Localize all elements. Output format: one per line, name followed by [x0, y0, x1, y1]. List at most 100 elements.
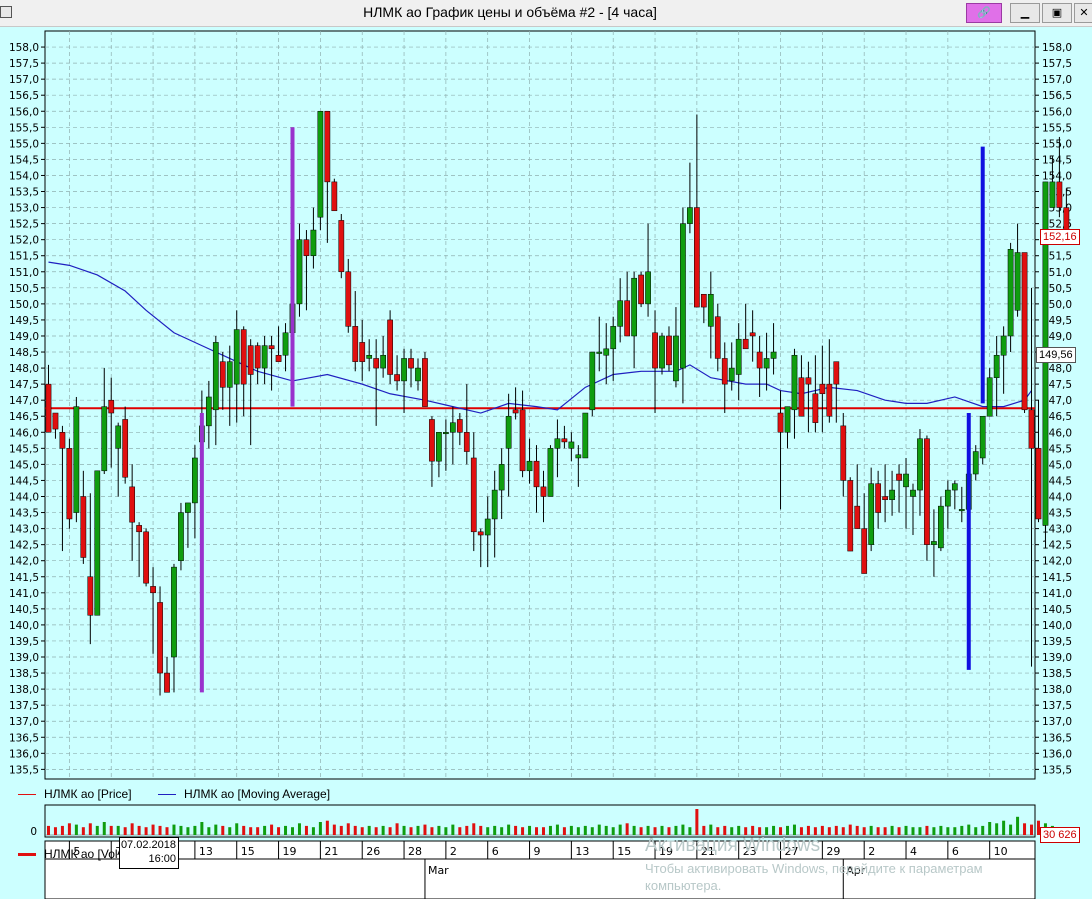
volume-bar — [765, 827, 769, 835]
candle-up — [380, 354, 386, 369]
volume-bar — [423, 824, 427, 835]
x-tick-label: 15 — [241, 845, 255, 858]
candle-up — [443, 432, 449, 435]
volume-bar — [270, 824, 274, 835]
candle-down — [812, 393, 819, 423]
y-tick-label-right: 138,5 — [1042, 668, 1072, 680]
candle-down — [456, 419, 463, 433]
y-tick-label-left: 143,0 — [9, 524, 39, 536]
activation-watermark-text: Чтобы активировать Windows, перейдите к … — [645, 860, 983, 894]
volume-bar — [1002, 820, 1006, 835]
restore-button[interactable]: ▣ — [1042, 3, 1072, 23]
volume-bar — [137, 825, 141, 835]
y-tick-label-left: 138,0 — [9, 684, 39, 696]
x-tick-label: 2 — [868, 845, 875, 858]
volume-bar — [730, 827, 734, 835]
candle-up — [868, 483, 875, 545]
ma-price-label: 149,56 — [1036, 347, 1076, 363]
candle-down — [394, 374, 400, 382]
candle-down — [143, 531, 149, 584]
candle-down — [408, 358, 414, 369]
candle-down — [749, 332, 756, 337]
candle-down — [1063, 207, 1070, 231]
candle-down — [52, 412, 59, 430]
window-title: НЛМК ао График цены и объёма #2 - [4 час… — [363, 4, 657, 20]
candle-up — [282, 332, 289, 356]
y-tick-label-left: 140,5 — [9, 604, 39, 616]
volume-bar — [953, 827, 957, 835]
volume-bar — [521, 827, 525, 835]
y-tick-label-left: 149,0 — [9, 331, 39, 343]
y-tick-label-left: 144,5 — [9, 475, 39, 487]
candle-down — [59, 432, 66, 449]
volume-bar — [688, 827, 692, 835]
volume-bar — [514, 825, 518, 835]
candle-down — [882, 496, 888, 500]
y-tick-label-left: 153,0 — [9, 203, 39, 215]
volume-bar — [841, 827, 845, 835]
legend-volume[interactable]: НЛМК ао [Vol — [18, 847, 118, 861]
y-tick-label-left: 136,0 — [9, 748, 39, 760]
volume-bar — [639, 827, 643, 835]
minimize-button[interactable]: ▁ — [1010, 3, 1040, 23]
y-tick-label-left: 138,5 — [9, 668, 39, 680]
candle-down — [638, 274, 644, 305]
activation-watermark-line1: Чтобы активировать Windows, перейдите к … — [645, 861, 983, 876]
legend-volume-label: НЛМК ао [Vol — [44, 847, 118, 861]
candle-up — [205, 396, 212, 427]
y-tick-label-right: 158,0 — [1042, 42, 1072, 54]
y-tick-label-left: 152,0 — [9, 235, 39, 247]
volume-bar — [130, 823, 134, 835]
y-tick-label-right: 142,0 — [1042, 556, 1072, 568]
volume-bar — [981, 825, 985, 835]
candle-down — [756, 351, 763, 369]
y-tick-label-right: 136,0 — [1042, 748, 1072, 760]
x-tick-label: 29 — [826, 845, 840, 858]
volume-bar — [263, 825, 267, 835]
candle-up — [415, 367, 421, 382]
candle-down — [122, 419, 129, 478]
candle-down — [108, 399, 115, 414]
candle-down — [240, 329, 247, 385]
chart-area[interactable]: 158,0 157,5 157,0 156,5 156,0 155,5 155,0 154,5… — [0, 27, 1092, 899]
candle-down — [512, 409, 519, 414]
x-tick-label: 26 — [366, 845, 380, 858]
volume-bar — [548, 825, 552, 835]
candle-up — [317, 111, 324, 218]
candle-down — [80, 496, 87, 558]
volume-bar — [60, 825, 64, 835]
y-tick-label-right: 139,5 — [1042, 636, 1072, 648]
close-button[interactable]: ✕ — [1074, 3, 1092, 23]
y-tick-label-left: 154,0 — [9, 170, 39, 182]
candle-up — [94, 470, 101, 616]
volume-bar — [590, 827, 594, 835]
volume-bar — [437, 825, 441, 835]
volume-bar — [179, 825, 183, 835]
candle-down — [624, 300, 631, 337]
candle-up — [784, 406, 791, 433]
date-tooltip: 07.02.2018 16:00 — [119, 837, 179, 869]
volume-bar — [848, 824, 852, 835]
x-tick-label: 13 — [575, 845, 589, 858]
volume-bar — [186, 827, 190, 835]
legend-ma[interactable]: НЛМК ао [Moving Average] — [158, 787, 330, 801]
volume-bar — [172, 824, 176, 835]
candle-down — [463, 432, 470, 452]
y-tick-label-left: 152,5 — [9, 219, 39, 231]
title-bar[interactable]: НЛМК ао График цены и объёма #2 - [4 час… — [0, 0, 1092, 27]
candle-up — [554, 438, 561, 449]
y-tick-label-left: 137,0 — [9, 716, 39, 728]
volume-bar — [116, 825, 120, 835]
y-tick-label-left: 148,5 — [9, 347, 39, 359]
candle-up — [791, 354, 798, 411]
link-icon: 🔗 — [977, 6, 991, 19]
legend-price[interactable]: НЛМК ао [Price] — [18, 787, 132, 801]
close-icon: ✕ — [1079, 6, 1089, 19]
y-tick-label-right: 136,5 — [1042, 732, 1072, 744]
candle-up — [645, 271, 651, 305]
candle-up — [498, 464, 505, 491]
price-chart[interactable]: 158,0 157,5 157,0 156,5 156,0 155,5 155,0 154,5… — [0, 27, 1092, 899]
candle-up — [596, 351, 603, 354]
candle-down — [157, 602, 163, 674]
link-button[interactable]: 🔗 — [966, 3, 1002, 23]
